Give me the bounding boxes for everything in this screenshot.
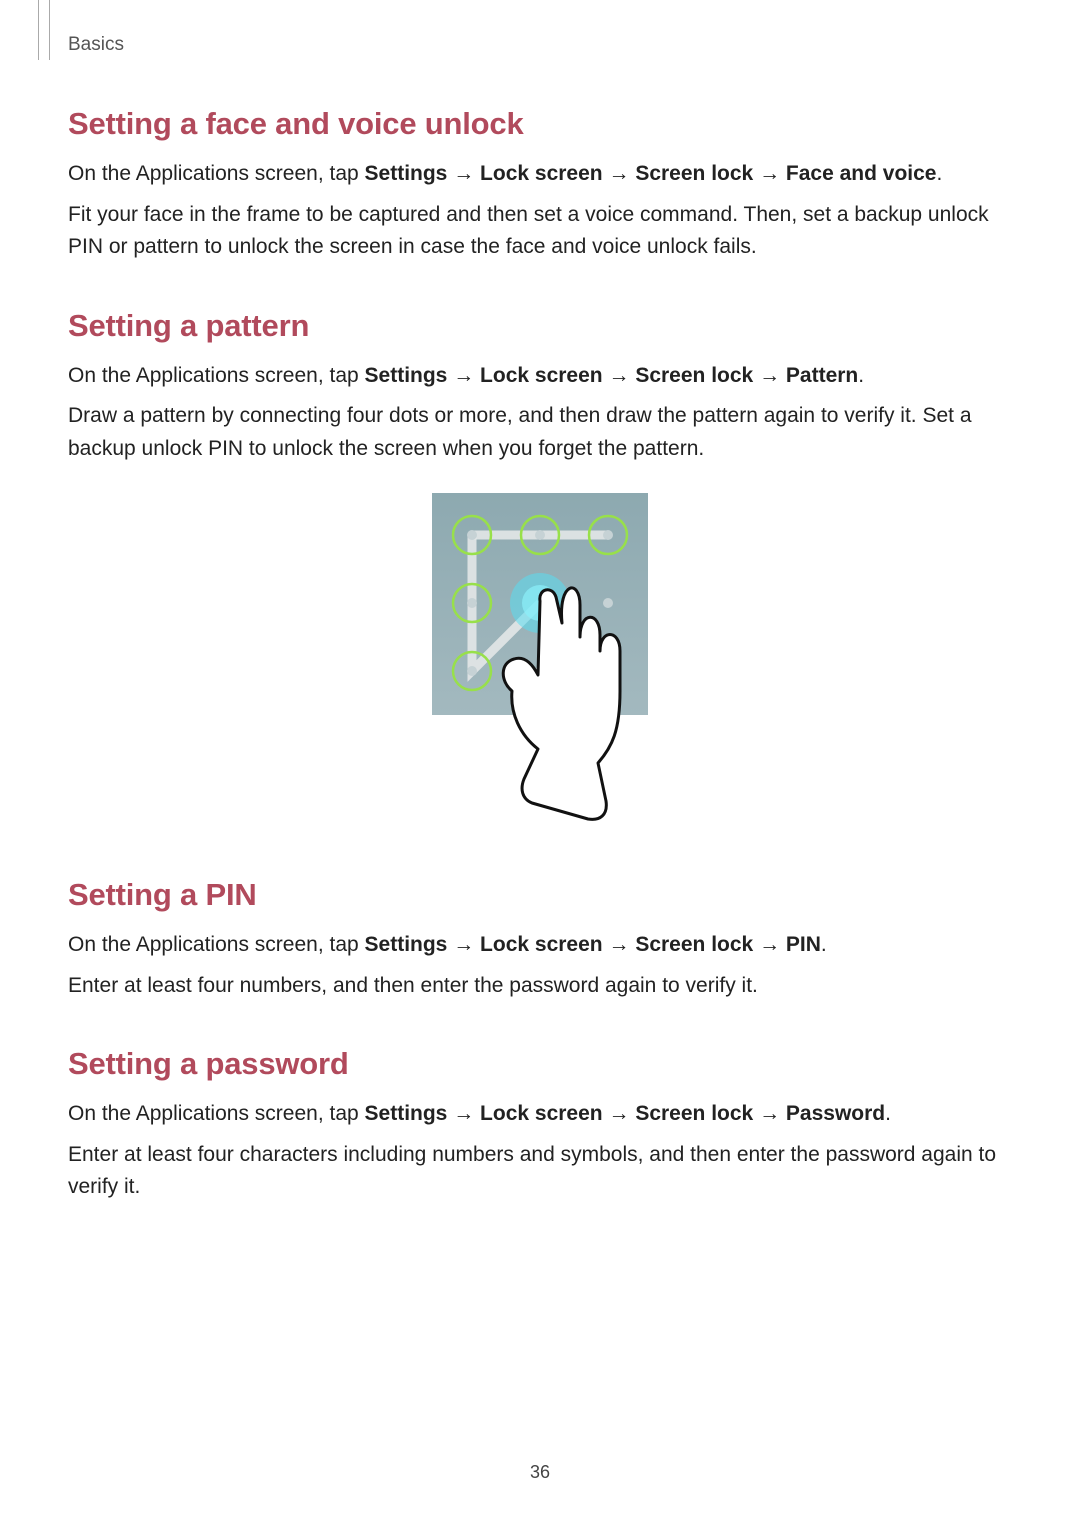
path-part: Screen lock (635, 364, 753, 387)
nav-path-face-voice: On the Applications screen, tap Settings… (68, 158, 1012, 191)
page-number: 36 (0, 1462, 1080, 1483)
heading-pin: Setting a PIN (68, 877, 1012, 913)
arrow-icon: → (453, 364, 474, 387)
path-part: Screen lock (635, 1102, 753, 1125)
body-text: Enter at least four numbers, and then en… (68, 970, 1012, 1003)
path-part: Screen lock (635, 933, 753, 956)
nav-path-password: On the Applications screen, tap Settings… (68, 1098, 1012, 1131)
page-content: Setting a face and voice unlock On the A… (68, 106, 1012, 1248)
path-suffix: . (821, 933, 827, 956)
section-face-voice: Setting a face and voice unlock On the A… (68, 106, 1012, 264)
path-suffix: . (858, 364, 864, 387)
hand-pointing-icon (480, 571, 700, 831)
path-part: Lock screen (480, 933, 603, 956)
body-text: Draw a pattern by connecting four dots o… (68, 400, 1012, 465)
pattern-illustration (432, 493, 648, 833)
arrow-icon: → (608, 364, 629, 387)
nav-path-pattern: On the Applications screen, tap Settings… (68, 360, 1012, 393)
header-rule-decoration (38, 0, 50, 60)
path-part: Face and voice (786, 162, 937, 185)
heading-face-voice: Setting a face and voice unlock (68, 106, 1012, 142)
section-pin: Setting a PIN On the Applications screen… (68, 877, 1012, 1002)
header-breadcrumb: Basics (68, 34, 124, 56)
arrow-icon: → (608, 1102, 629, 1125)
path-part: Screen lock (635, 162, 753, 185)
body-text: Enter at least four characters including… (68, 1139, 1012, 1204)
heading-pattern: Setting a pattern (68, 308, 1012, 344)
path-part: Pattern (786, 364, 858, 387)
path-part: Password (786, 1102, 885, 1125)
section-password: Setting a password On the Applications s… (68, 1046, 1012, 1204)
arrow-icon: → (453, 1102, 474, 1125)
path-suffix: . (936, 162, 942, 185)
path-part: Lock screen (480, 162, 603, 185)
path-part: Settings (365, 364, 448, 387)
heading-password: Setting a password (68, 1046, 1012, 1082)
path-prefix: On the Applications screen, tap (68, 1102, 365, 1125)
path-part: Lock screen (480, 1102, 603, 1125)
arrow-icon: → (759, 364, 780, 387)
path-part: Settings (365, 1102, 448, 1125)
section-pattern: Setting a pattern On the Applications sc… (68, 308, 1012, 834)
arrow-icon: → (759, 162, 780, 185)
path-prefix: On the Applications screen, tap (68, 364, 365, 387)
arrow-icon: → (608, 933, 629, 956)
nav-path-pin: On the Applications screen, tap Settings… (68, 929, 1012, 962)
arrow-icon: → (453, 933, 474, 956)
path-prefix: On the Applications screen, tap (68, 162, 365, 185)
path-part: Settings (365, 162, 448, 185)
path-part: Settings (365, 933, 448, 956)
path-prefix: On the Applications screen, tap (68, 933, 365, 956)
path-suffix: . (885, 1102, 891, 1125)
arrow-icon: → (453, 162, 474, 185)
arrow-icon: → (759, 933, 780, 956)
path-part: Lock screen (480, 364, 603, 387)
arrow-icon: → (759, 1102, 780, 1125)
body-text: Fit your face in the frame to be capture… (68, 199, 1012, 264)
path-part: PIN (786, 933, 821, 956)
arrow-icon: → (608, 162, 629, 185)
illustration-container (68, 493, 1012, 833)
